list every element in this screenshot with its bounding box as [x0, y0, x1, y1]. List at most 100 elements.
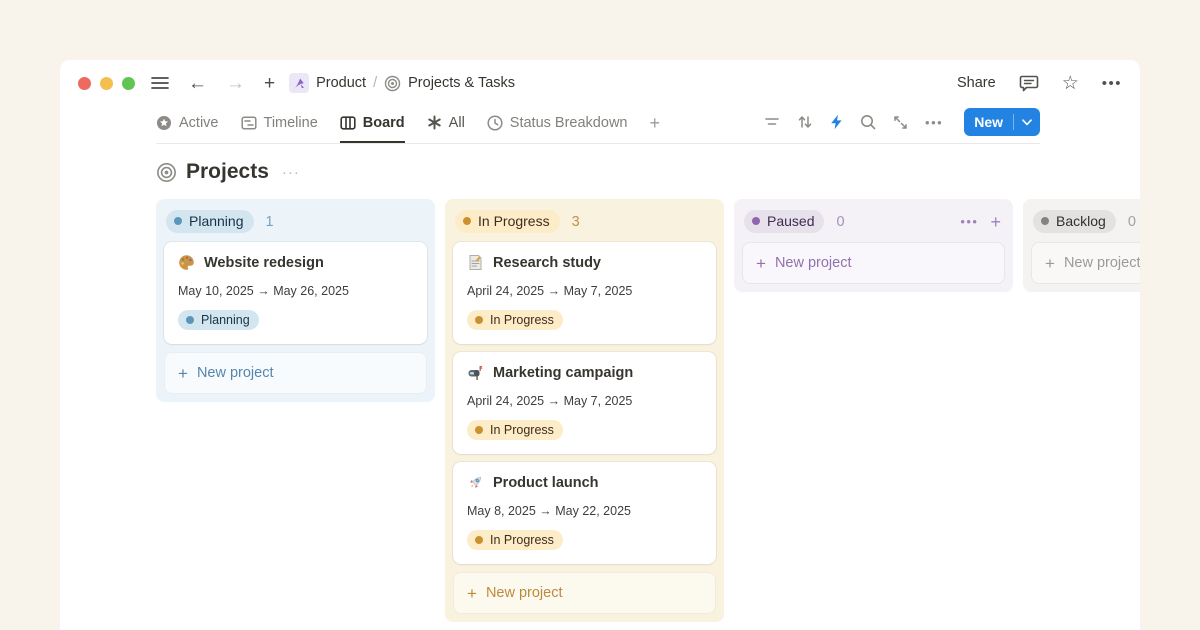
card-status-pill: In Progress — [467, 420, 563, 440]
new-project-button[interactable]: + New project — [453, 572, 716, 614]
project-card[interactable]: Marketing campaign April 24, 2025 → May … — [453, 352, 716, 454]
new-project-button[interactable]: + New project — [164, 352, 427, 394]
status-dot — [475, 536, 483, 544]
column-header: Paused 0 ••• + — [742, 207, 1005, 242]
status-dot — [752, 217, 760, 225]
target-icon — [384, 75, 401, 92]
status-dot — [174, 217, 182, 225]
forward-icon[interactable]: → — [226, 74, 245, 93]
more-options-icon[interactable]: ••• — [1102, 75, 1122, 92]
memo-emoji-icon — [467, 254, 484, 271]
plus-icon: + — [178, 365, 188, 382]
app-window: ← → + Product / Projects & Tasks Share ☆… — [60, 60, 1140, 630]
view-tabs: Active Timeline Board All — [156, 106, 660, 143]
minimize-window-button[interactable] — [100, 77, 113, 90]
column-count: 0 — [836, 214, 844, 230]
tab-label: All — [449, 115, 465, 131]
page-title[interactable]: Projects — [186, 160, 269, 184]
tab-active[interactable]: Active — [156, 106, 219, 143]
comments-icon[interactable] — [1019, 74, 1039, 93]
column-name: Planning — [189, 213, 244, 229]
tab-all[interactable]: All — [427, 106, 465, 143]
star-circle-icon — [156, 115, 172, 131]
status-dot — [475, 316, 483, 324]
sort-icon[interactable] — [797, 114, 813, 130]
back-icon[interactable]: ← — [188, 74, 207, 93]
automation-bolt-icon[interactable] — [830, 114, 843, 130]
column-count: 1 — [266, 214, 274, 230]
project-card[interactable]: Research study April 24, 2025 → May 7, 2… — [453, 242, 716, 344]
chevron-down-icon[interactable] — [1014, 119, 1040, 126]
filter-icon[interactable] — [764, 115, 780, 129]
teamspace-icon[interactable] — [289, 73, 309, 93]
view-more-icon[interactable]: ••• — [925, 115, 943, 130]
column-name: In Progress — [478, 213, 550, 229]
new-button[interactable]: New — [964, 108, 1040, 136]
column-count: 0 — [1128, 214, 1136, 230]
column-more-icon[interactable]: ••• — [960, 214, 978, 229]
tab-status-breakdown[interactable]: Status Breakdown — [487, 106, 628, 143]
column-header: Planning 1 — [164, 207, 427, 242]
card-dates: April 24, 2025 → May 7, 2025 — [467, 284, 702, 298]
palette-emoji-icon — [178, 254, 195, 271]
hamburger-menu-icon[interactable] — [151, 76, 169, 90]
column-name: Backlog — [1056, 213, 1106, 229]
status-dot — [463, 217, 471, 225]
column-status-pill[interactable]: In Progress — [455, 210, 560, 233]
favorite-star-icon[interactable]: ☆ — [1062, 74, 1079, 93]
page-more-icon[interactable]: ··· — [282, 164, 300, 181]
plus-icon: + — [1045, 255, 1055, 272]
clock-icon — [487, 115, 503, 131]
card-dates: April 24, 2025 → May 7, 2025 — [467, 394, 702, 408]
card-title: Marketing campaign — [493, 365, 633, 381]
breadcrumb: Product / Projects & Tasks — [289, 73, 515, 93]
column-add-icon[interactable]: + — [990, 213, 1001, 231]
tab-timeline[interactable]: Timeline — [241, 106, 318, 143]
add-view-button[interactable]: + — [649, 106, 660, 143]
new-project-label: New project — [775, 255, 852, 271]
card-status-pill: Planning — [178, 310, 259, 330]
card-title: Research study — [493, 255, 601, 271]
new-project-button[interactable]: + New project — [742, 242, 1005, 284]
breadcrumb-space[interactable]: Product — [316, 75, 366, 91]
asterisk-icon — [427, 115, 442, 130]
card-status-label: In Progress — [490, 533, 554, 547]
timeline-icon — [241, 115, 257, 131]
tab-label: Timeline — [264, 115, 318, 131]
view-toolbar: Active Timeline Board All — [156, 106, 1040, 144]
new-tab-icon[interactable]: + — [264, 74, 275, 93]
column-header: In Progress 3 — [453, 207, 716, 242]
status-dot — [1041, 217, 1049, 225]
status-dot — [186, 316, 194, 324]
column-status-pill[interactable]: Backlog — [1033, 210, 1116, 233]
column-backlog: Backlog 0 + New project — [1023, 199, 1140, 292]
breadcrumb-page[interactable]: Projects & Tasks — [408, 75, 515, 91]
board-icon — [340, 115, 356, 131]
target-icon — [156, 162, 177, 183]
new-button-label: New — [964, 114, 1013, 130]
tab-board[interactable]: Board — [340, 106, 405, 143]
share-button[interactable]: Share — [957, 75, 996, 91]
close-window-button[interactable] — [78, 77, 91, 90]
breadcrumb-separator: / — [373, 75, 377, 91]
new-project-button[interactable]: + New project — [1031, 242, 1140, 284]
card-dates: May 8, 2025 → May 22, 2025 — [467, 504, 702, 518]
project-card[interactable]: Website redesign May 10, 2025 → May 26, … — [164, 242, 427, 344]
tab-label: Active — [179, 115, 219, 131]
column-in-progress: In Progress 3 Research study April 24, 2… — [445, 199, 724, 622]
tab-label: Status Breakdown — [510, 115, 628, 131]
column-status-pill[interactable]: Planning — [166, 210, 254, 233]
new-project-label: New project — [197, 365, 274, 381]
traffic-lights — [78, 77, 135, 90]
card-status-pill: In Progress — [467, 310, 563, 330]
column-status-pill[interactable]: Paused — [744, 210, 824, 233]
expand-icon[interactable] — [893, 115, 908, 130]
new-project-label: New project — [1064, 255, 1140, 271]
board-view: Planning 1 Website redesign May 10, 2025… — [156, 199, 1140, 622]
search-icon[interactable] — [860, 114, 876, 130]
project-card[interactable]: Product launch May 8, 2025 → May 22, 202… — [453, 462, 716, 564]
mailbox-emoji-icon — [467, 364, 484, 381]
zoom-window-button[interactable] — [122, 77, 135, 90]
card-dates: May 10, 2025 → May 26, 2025 — [178, 284, 413, 298]
new-project-label: New project — [486, 585, 563, 601]
